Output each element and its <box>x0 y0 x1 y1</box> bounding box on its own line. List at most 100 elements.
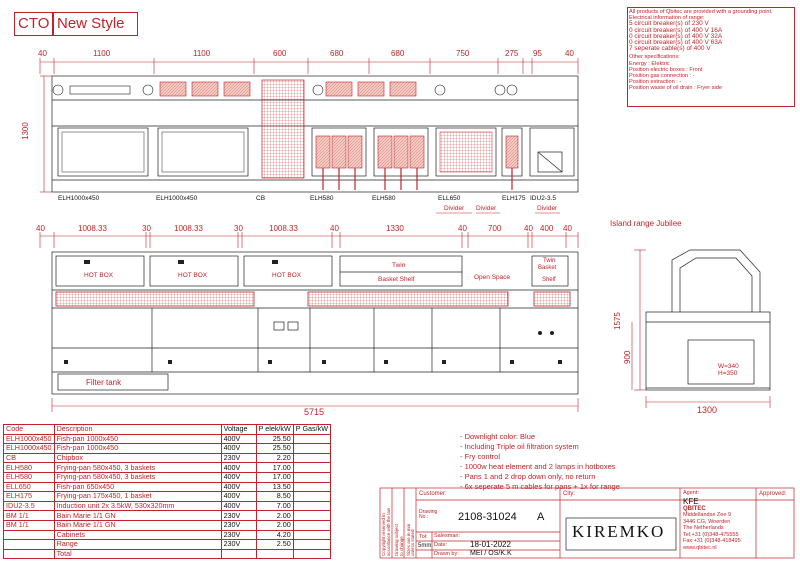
table-row: ELL650 Fish-pan 650x450 400V 13.50 <box>3 481 332 493</box>
cell: CB <box>3 452 55 464</box>
island-h-note: H=350 <box>718 370 738 377</box>
top-dimension-line <box>39 58 579 74</box>
mid-dimension-line <box>39 232 579 248</box>
table-row: IDU2-3.5 Induction unit 2x 3.5kW, 530x320… <box>3 500 332 512</box>
cell: ELH175 <box>3 491 55 502</box>
col-header: Voltage <box>220 424 257 435</box>
dim-mid: 40 <box>563 224 572 233</box>
unit-label: ELH580 <box>310 195 334 202</box>
dim-top: 275 <box>505 49 519 58</box>
height-dimension <box>40 75 52 193</box>
table-row: CB Chipbox 230V 2.20 <box>3 452 332 464</box>
cell <box>220 548 257 560</box>
dim-mid: 30 <box>142 224 151 233</box>
cell: 2.20 <box>255 452 294 464</box>
cell <box>292 481 332 493</box>
cell: Total <box>53 548 222 560</box>
dim-mid: 1008.33 <box>78 224 107 233</box>
cell: 4.20 <box>255 529 294 541</box>
unit-label: CB <box>256 195 266 202</box>
copyright-line: accordance with the law <box>386 507 391 556</box>
revision: A <box>537 511 545 523</box>
island-title: Island range Jubilee <box>610 219 682 228</box>
note-line: - Pans 1 and 2 drop down only, no return <box>460 472 596 481</box>
tol-value: 5mm <box>418 543 432 549</box>
date-value: 18-01-2022 <box>470 540 511 549</box>
island-height: 1575 <box>613 312 622 330</box>
cell: 400V <box>220 433 257 445</box>
cell: 230V <box>220 452 257 464</box>
unit-label: ELL650 <box>438 195 461 202</box>
table-row: ELH1000x450 Fish-pan 1000x450 400V 25.50 <box>3 433 332 445</box>
cell: ELH580 <box>3 462 55 473</box>
hot-box-label: HOT BOX <box>178 272 208 279</box>
cell <box>3 539 55 550</box>
island-width: 1300 <box>697 405 718 415</box>
cell: 400V <box>220 471 257 483</box>
cell: Fish-pan 1000x450 <box>53 433 222 445</box>
cell <box>292 452 332 464</box>
table-row: ELH175 Frying-pan 175x450, 1 basket 400V 8.… <box>3 491 332 502</box>
dim-mid: 40 <box>458 224 467 233</box>
front-shelves <box>55 291 571 307</box>
cell <box>292 462 332 473</box>
dim-top: 680 <box>330 49 344 58</box>
col-header: Description <box>53 424 222 435</box>
total-width-label: 5715 <box>304 407 325 417</box>
dim-top: 40 <box>565 49 574 58</box>
date-label: Date: <box>434 542 448 548</box>
cell: 230V <box>220 539 257 550</box>
dim-top: 600 <box>273 49 287 58</box>
cell: ELH1000x450 <box>3 443 55 454</box>
cell <box>292 548 332 560</box>
twin-basket-label: Basket <box>538 265 557 271</box>
cell: 2.00 <box>255 519 294 531</box>
cell: ELL650 <box>3 481 55 493</box>
dim-mid: 40 <box>524 224 533 233</box>
island-side-view <box>645 249 771 391</box>
cell <box>292 529 332 541</box>
dim-top: 1100 <box>93 49 111 58</box>
cell: 25.50 <box>255 443 294 454</box>
customer-label: Customer: <box>419 491 447 497</box>
hot-box-label: HOT BOX <box>272 272 302 279</box>
drawn-label: Drawn by: <box>434 551 459 557</box>
city-label: City: <box>563 491 575 497</box>
agent-value: KFE <box>683 497 699 506</box>
company-line: Fax:+31 (0)348-418495 <box>683 538 741 544</box>
drawing-no: 2108-31024 <box>458 511 517 523</box>
note-line: - 1000w heat element and 2 lamps in hotb… <box>460 462 616 471</box>
cell: 230V <box>220 519 257 531</box>
twin-basket-label: Twin <box>543 258 556 264</box>
dim-height: 1300 <box>21 122 30 140</box>
table-row: ELH580 Frying-pan 580x450, 3 baskets 400V 1… <box>3 462 332 473</box>
cell: BM 1/1 <box>3 510 55 521</box>
company-line: The Netherlands <box>683 525 724 531</box>
dim-top: 680 <box>391 49 405 58</box>
cell <box>3 548 55 560</box>
cell: 230V <box>220 529 257 541</box>
cell: 2.50 <box>255 539 294 550</box>
island-height-lower: 900 <box>623 350 632 364</box>
hot-box-label: HOT BOX <box>84 272 114 279</box>
cell <box>255 548 294 560</box>
note-line: - Downlight color: Blue <box>460 432 536 441</box>
cell: Chipbox <box>53 452 222 464</box>
col-header: P Gas/kW <box>292 424 332 435</box>
table-row: ELH580 Frying-pan 580x450, 3 baskets 400V 1… <box>3 471 332 483</box>
cell: ELH1000x450 <box>3 433 55 445</box>
dim-mid: 700 <box>488 224 502 233</box>
drawn-value: MEI / OS/K.K <box>470 550 512 557</box>
open-space-label: Open Space <box>474 274 511 281</box>
cell: 400V <box>220 491 257 502</box>
filter-tank-label: Filter tank <box>86 378 122 387</box>
unit-label: ELH580 <box>372 195 396 202</box>
unit-label: IDU2-3.5 <box>530 195 557 202</box>
divider-label: Divider <box>537 205 558 212</box>
cell: 230V <box>220 510 257 521</box>
cell: 400V <box>220 481 257 493</box>
table-row: Total <box>3 548 332 560</box>
basket-shelf-label: Basket Shelf <box>378 276 415 283</box>
fish-pan-grid <box>439 131 493 173</box>
cell: Fish-pan 650x450 <box>53 481 222 493</box>
